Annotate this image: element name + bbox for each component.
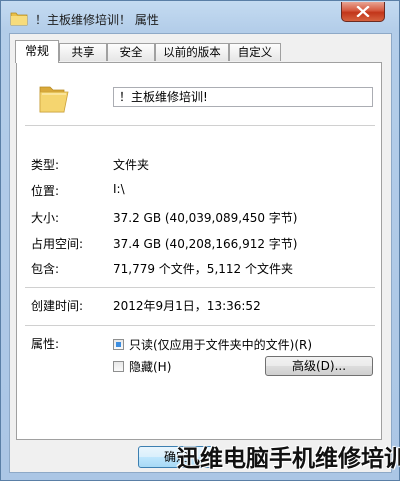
- divider: [25, 287, 375, 288]
- attributes-label: 属性:: [31, 337, 60, 351]
- properties-window: ！主板维修培训！ 属性 常规 共享 安全 以前的版本 自定义 ！主板维修培训! …: [0, 0, 400, 481]
- contains-label: 包含:: [31, 262, 60, 276]
- readonly-checkbox[interactable]: [113, 339, 124, 350]
- advanced-button[interactable]: 高级(D)...: [265, 356, 373, 376]
- title-bar[interactable]: ！主板维修培训！ 属性: [1, 1, 399, 33]
- size-on-disk-value: 37.4 GB (40,208,166,912 字节): [113, 237, 298, 251]
- dialog-client: 常规 共享 安全 以前的版本 自定义 ！主板维修培训! 类型: 文件夹 位置: …: [9, 33, 392, 473]
- created-value: 2012年9月1日，13:36:52: [113, 299, 261, 313]
- contains-value: 71,779 个文件，5,112 个文件夹: [113, 262, 293, 276]
- divider: [25, 125, 375, 126]
- tab-sharing[interactable]: 共享: [59, 43, 107, 61]
- tab-general[interactable]: 常规: [15, 40, 59, 63]
- hidden-checkbox-label[interactable]: 隐藏(H): [129, 358, 171, 375]
- large-folder-icon: [39, 86, 69, 113]
- hidden-checkbox[interactable]: [113, 361, 124, 372]
- size-label: 大小:: [31, 211, 60, 225]
- location-value: I:\: [113, 182, 125, 196]
- size-value: 37.2 GB (40,039,089,450 字节): [113, 211, 298, 225]
- created-label: 创建时间:: [31, 299, 84, 313]
- watermark-text: 迅维电脑手机维修培训: [177, 446, 400, 472]
- close-button[interactable]: [341, 2, 385, 22]
- tab-previous-versions[interactable]: 以前的版本: [155, 43, 229, 61]
- folder-name-input[interactable]: ！主板维修培训!: [113, 87, 373, 107]
- size-on-disk-label: 占用空间:: [31, 237, 84, 251]
- type-label: 类型:: [31, 158, 60, 172]
- readonly-checkbox-label[interactable]: 只读(仅应用于文件夹中的文件)(R): [129, 336, 312, 353]
- location-label: 位置:: [31, 184, 60, 198]
- tab-customize[interactable]: 自定义: [229, 43, 281, 61]
- close-icon: [356, 6, 370, 17]
- tab-security[interactable]: 安全: [107, 43, 155, 61]
- folder-icon: [10, 12, 28, 26]
- general-panel: ！主板维修培训! 类型: 文件夹 位置: I:\ 大小: 37.2 GB (40…: [16, 62, 382, 440]
- type-value: 文件夹: [113, 158, 150, 172]
- divider: [25, 325, 375, 326]
- window-title: ！主板维修培训！ 属性: [35, 13, 159, 27]
